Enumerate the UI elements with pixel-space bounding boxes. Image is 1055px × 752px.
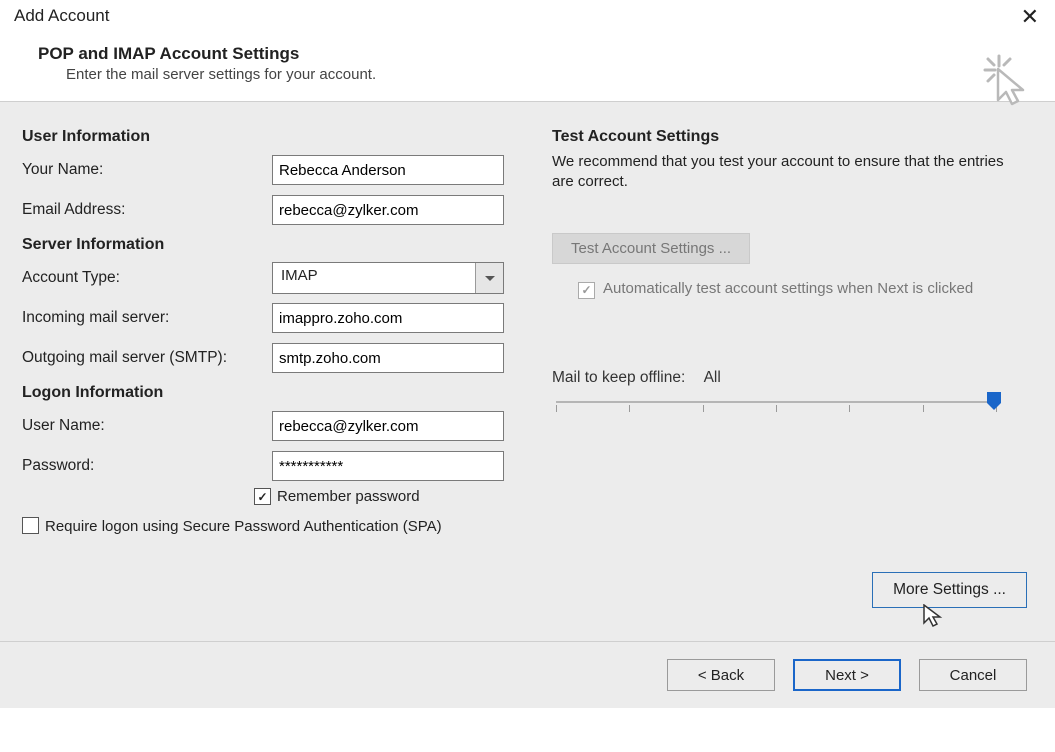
page-title: POP and IMAP Account Settings — [38, 44, 1037, 64]
back-button[interactable]: < Back — [667, 659, 775, 691]
spa-label: Require logon using Secure Password Auth… — [45, 517, 442, 537]
next-button[interactable]: Next > — [793, 659, 901, 691]
section-logon-information: Logon Information — [22, 384, 532, 402]
remember-password-checkbox[interactable] — [254, 488, 271, 505]
mail-offline-value: All — [704, 369, 721, 387]
section-server-information: Server Information — [22, 236, 532, 254]
cancel-button[interactable]: Cancel — [919, 659, 1027, 691]
mail-offline-label: Mail to keep offline: — [552, 369, 685, 386]
account-type-select[interactable]: IMAP — [272, 262, 504, 294]
outgoing-server-label: Outgoing mail server (SMTP): — [22, 349, 272, 367]
incoming-server-label: Incoming mail server: — [22, 309, 272, 327]
outgoing-server-input[interactable] — [272, 343, 504, 373]
email-address-label: Email Address: — [22, 201, 272, 219]
close-icon[interactable]: ✕ — [1013, 4, 1047, 30]
account-type-label: Account Type: — [22, 269, 272, 287]
your-name-input[interactable] — [272, 155, 504, 185]
section-user-information: User Information — [22, 128, 532, 146]
username-label: User Name: — [22, 417, 272, 435]
test-account-settings-button[interactable]: Test Account Settings ... — [552, 233, 750, 264]
incoming-server-input[interactable] — [272, 303, 504, 333]
mail-offline-slider[interactable] — [556, 397, 996, 421]
your-name-label: Your Name: — [22, 161, 272, 179]
username-input[interactable] — [272, 411, 504, 441]
cursor-icon — [923, 604, 943, 634]
chevron-down-icon[interactable] — [475, 263, 503, 293]
remember-password-label: Remember password — [277, 488, 420, 505]
window-title: Add Account — [14, 4, 109, 26]
wizard-header: POP and IMAP Account Settings Enter the … — [0, 34, 1055, 102]
account-type-value: IMAP — [273, 263, 475, 293]
password-input[interactable] — [272, 451, 504, 481]
page-subtitle: Enter the mail server settings for your … — [38, 64, 1037, 83]
more-settings-button[interactable]: More Settings ... — [872, 572, 1027, 608]
email-address-input[interactable] — [272, 195, 504, 225]
test-account-settings-title: Test Account Settings — [552, 128, 1033, 146]
auto-test-label: Automatically test account settings when… — [603, 280, 973, 297]
auto-test-checkbox[interactable] — [578, 282, 595, 299]
password-label: Password: — [22, 457, 272, 475]
test-account-settings-desc: We recommend that you test your account … — [552, 152, 1022, 193]
click-cursor-icon — [981, 52, 1035, 110]
spa-checkbox[interactable] — [22, 517, 39, 534]
slider-thumb-icon[interactable] — [986, 391, 1002, 415]
